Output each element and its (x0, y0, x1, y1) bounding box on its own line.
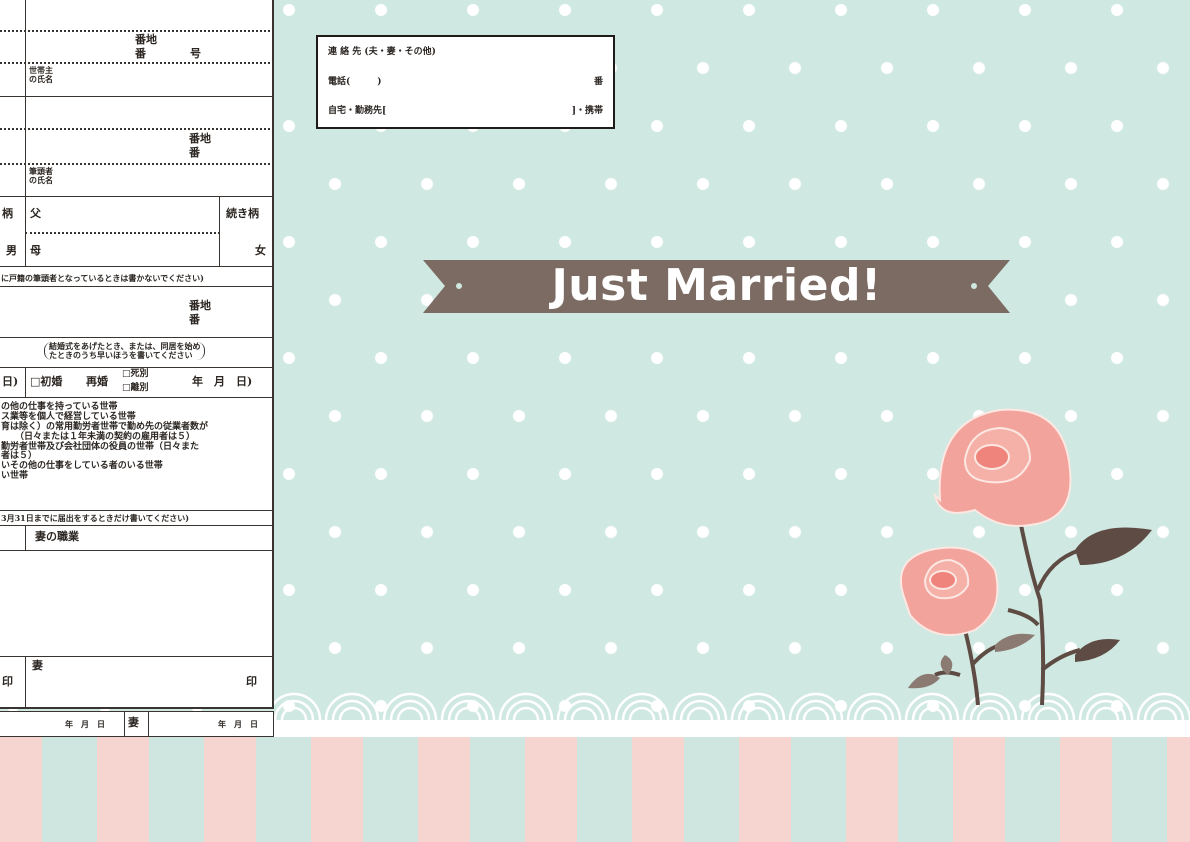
just-married-title: Just Married! (551, 260, 882, 311)
ban-label: 番 (189, 313, 200, 326)
cohabit-note: 結婚式をあげたとき、または、同居を始め たときのうち早いほうを書いてください (44, 342, 206, 360)
date-left: 年 月 日 (65, 719, 105, 729)
work-label: 自宅・勤務先[ (328, 106, 387, 116)
death-checkbox[interactable]: □死別 (122, 369, 149, 380)
phone-label: 電話( ) (328, 77, 382, 87)
mother-label: 母 (30, 244, 41, 257)
marriage-registration-form: 番地 番 号 世帯主 の氏名 番地 番 筆頭者 の氏名 柄 父 続き柄 男 母 … (0, 0, 274, 709)
ban-go-label: 番 号 (135, 47, 201, 60)
head-name-label: 筆頭者 の氏名 (29, 166, 53, 185)
wife-label: 妻 (32, 659, 43, 672)
census-note: 3月31日までに届出をするときだけ書いてください) (1, 513, 190, 523)
seal-label: 印 (2, 675, 13, 688)
female-label: 女 (255, 244, 266, 257)
day-close: 日) (2, 375, 19, 388)
father-label: 父 (30, 207, 41, 220)
rose-illustration (900, 408, 1152, 706)
occupation-item: い世帯 (1, 471, 29, 482)
date-row: 年 月 日 妻 年 月 日 (0, 711, 274, 737)
divorce-checkbox[interactable]: □離別 (122, 383, 149, 394)
wife-occupation-label: 妻の職業 (35, 530, 79, 543)
head-note: に戸籍の筆頭者となっているときは書かないでください) (1, 273, 204, 283)
contact-title: 連 絡 先 (夫・妻・その他) (328, 47, 436, 57)
banchi-label: 番地 (189, 132, 211, 145)
male-label: 男 (6, 244, 17, 257)
contact-box: 連 絡 先 (夫・妻・その他) 電話( ) 番 自宅・勤務先[ ]・携帯 (316, 35, 615, 129)
phone-ban: 番 (593, 77, 603, 87)
ban-label: 番 (189, 146, 200, 159)
remarriage-label: 再婚 (86, 375, 108, 388)
householder-name-label: 世帯主 の氏名 (29, 65, 53, 84)
first-marriage-checkbox[interactable]: □初婚 (30, 375, 62, 388)
date-right: 年 月 日 (218, 719, 258, 729)
banchi-label: 番地 (189, 299, 211, 312)
relation-label: 柄 (2, 207, 13, 220)
date-wife-label: 妻 (128, 716, 139, 729)
seal-label: 印 (246, 675, 257, 688)
mobile-label: ]・携帯 (571, 106, 603, 116)
striped-band (0, 737, 1190, 842)
occupation-list: の他の仕事を持っている世帯 ス業等を個人で経営している世帯 育は除く）の常用勤労… (1, 402, 208, 482)
date-ymd: 年 月 日) (192, 375, 253, 388)
banchi-label: 番地 (135, 33, 157, 46)
cohabit-note-line2: たときのうち早いほうを書いてください (49, 349, 193, 360)
relation-label: 続き柄 (226, 207, 259, 220)
occupation-item: いその他の仕事をしている者のいる世帯 (1, 461, 163, 472)
